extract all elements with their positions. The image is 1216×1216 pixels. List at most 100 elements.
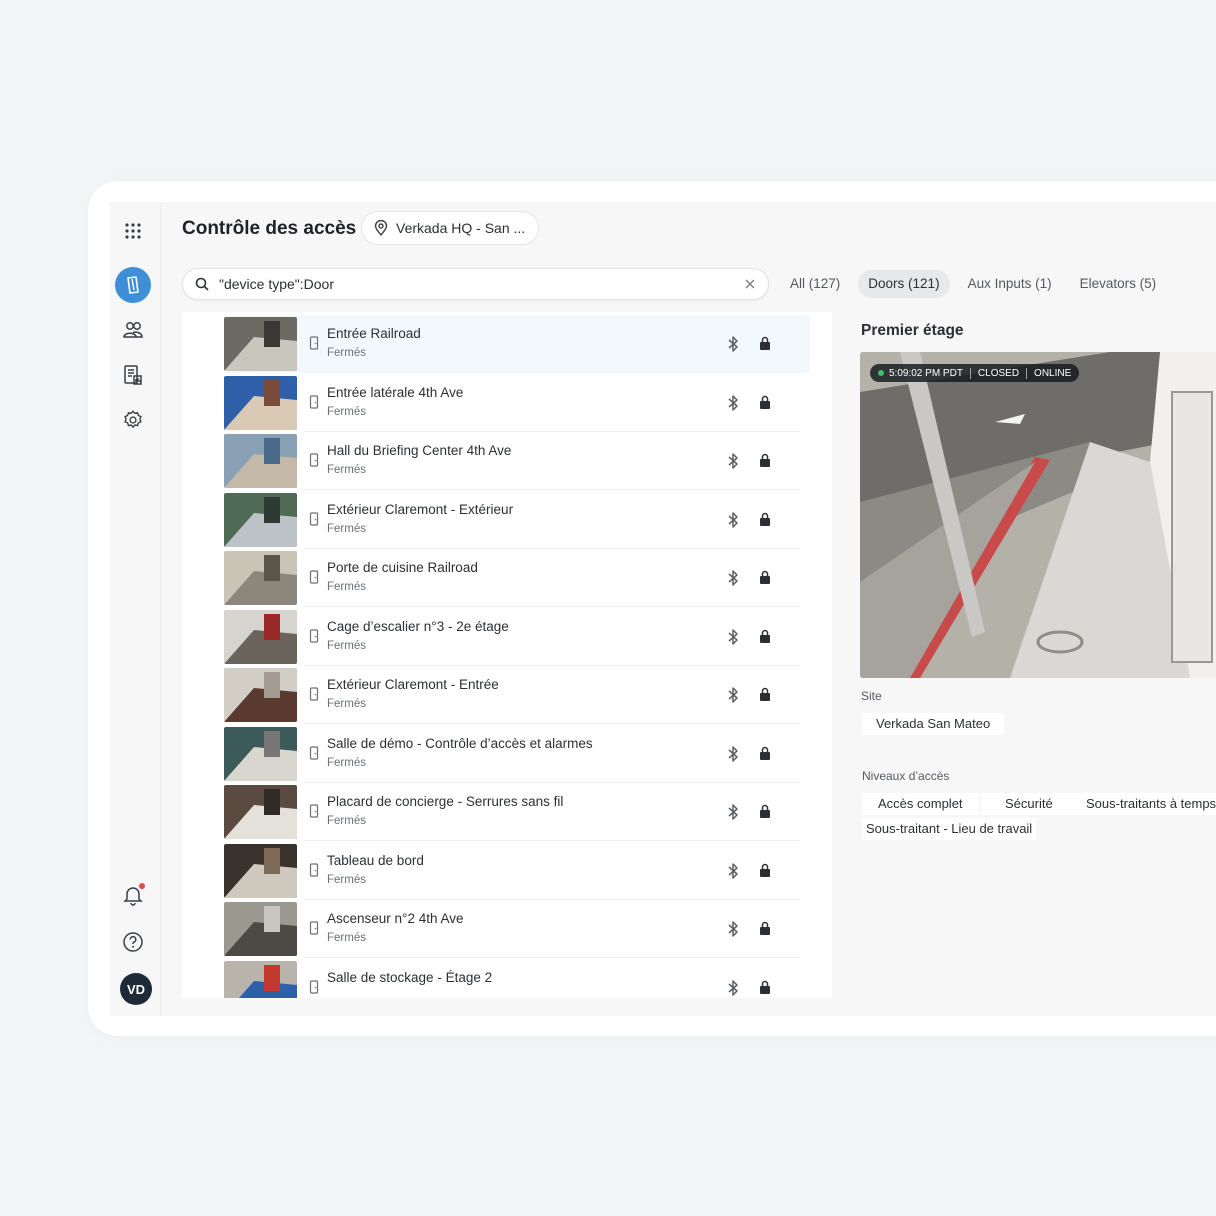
bluetooth-icon	[728, 921, 738, 937]
lock-icon	[760, 863, 770, 877]
door-camera-thumbnail[interactable]	[224, 668, 297, 722]
bluetooth-icon	[728, 336, 738, 352]
camera-door-state: CLOSED	[977, 367, 1020, 379]
bluetooth-icon	[728, 687, 738, 703]
door-camera-thumbnail[interactable]	[224, 317, 297, 371]
door-row[interactable]: Entrée Railroad Fermés	[224, 315, 810, 373]
door-status: Fermés	[327, 815, 366, 827]
door-name: Placard de concierge - Serrures sans fil	[327, 794, 564, 809]
door-name: Hall du Briefing Center 4th Ave	[327, 443, 512, 458]
door-name: Entrée latérale 4th Ave	[327, 384, 464, 400]
door-name: Ascenseur n°2 4th Ave	[327, 911, 464, 926]
lock-icon	[760, 687, 770, 701]
bluetooth-icon	[728, 745, 738, 762]
door-status: Fermés	[327, 581, 366, 593]
door-icon	[309, 336, 319, 350]
door-row[interactable]: Cage d’escalier n°3 - 2e étage Fermés	[224, 608, 810, 666]
door-row[interactable]: Extérieur Claremont - Extérieur Fermés	[224, 491, 810, 549]
door-row[interactable]: Extérieur Claremont - Entrée Fermés	[224, 666, 810, 724]
door-camera-thumbnail[interactable]	[224, 434, 297, 488]
door-camera-thumbnail[interactable]	[224, 551, 297, 605]
lock-icon	[760, 395, 770, 409]
door-status: Fermés	[327, 347, 366, 359]
tab-all[interactable]: All (127)	[780, 270, 850, 298]
camera-image	[860, 352, 1216, 678]
door-name: Extérieur Claremont - Entrée	[327, 677, 499, 692]
site-selector[interactable]: Verkada HQ - San ...	[361, 211, 539, 245]
bluetooth-icon	[728, 570, 738, 586]
door-camera-thumbnail[interactable]	[224, 785, 297, 839]
door-status: Fermés	[327, 756, 366, 769]
camera-feed[interactable]: 5:09:02 PM PDT CLOSED ONLINE	[860, 352, 1216, 678]
access-control-app: VD Contrôle des accès Verkada HQ - San .…	[110, 202, 1216, 1016]
access-levels-label: Niveaux d’accès	[862, 769, 950, 783]
tab-doors[interactable]: Doors (121)	[858, 270, 950, 298]
apps-grid-icon[interactable]	[115, 213, 151, 249]
notification-dot	[139, 883, 145, 889]
nav-rail: VD	[110, 202, 160, 1016]
door-icon	[309, 511, 319, 526]
door-status: Fermés	[327, 405, 366, 418]
camera-time: 5:09:02 PM PDT	[889, 367, 963, 379]
door-status: Fermés	[327, 698, 366, 710]
door-camera-thumbnail[interactable]	[224, 726, 297, 781]
door-row[interactable]: Salle de stockage - Étage 2	[224, 959, 810, 998]
door-row[interactable]: Tableau de bord Fermés	[224, 842, 810, 900]
door-row[interactable]: Porte de cuisine Railroad Fermés	[224, 549, 810, 607]
door-icon	[309, 862, 319, 877]
door-name: Extérieur Claremont - Extérieur	[327, 501, 514, 517]
search-input[interactable]	[217, 275, 744, 293]
lock-icon	[760, 453, 770, 467]
clear-icon[interactable]	[744, 278, 756, 290]
door-status: Fermés	[327, 464, 366, 476]
door-camera-thumbnail[interactable]	[224, 375, 297, 430]
site-label: Site	[861, 689, 882, 703]
bell-icon[interactable]	[115, 877, 151, 913]
door-icon	[309, 979, 319, 994]
door-icon	[309, 921, 319, 935]
door-camera-thumbnail[interactable]	[224, 960, 297, 998]
lock-icon	[760, 570, 770, 584]
door-status: Fermés	[327, 639, 366, 652]
door-icon	[309, 745, 319, 760]
camera-connection: ONLINE	[1034, 367, 1072, 379]
user-avatar[interactable]: VD	[120, 973, 152, 1005]
tab-elevators[interactable]: Elevators (5)	[1070, 270, 1167, 298]
help-icon[interactable]	[115, 924, 151, 960]
door-name: Porte de cuisine Railroad	[327, 560, 478, 575]
door-camera-thumbnail[interactable]	[224, 609, 297, 664]
door-name: Cage d’escalier n°3 - 2e étage	[327, 618, 509, 634]
door-row[interactable]: Entrée latérale 4th Ave Fermés	[224, 374, 810, 432]
access-level-chip[interactable]: Accès complet	[862, 793, 979, 815]
bluetooth-icon	[728, 511, 738, 528]
door-icon	[309, 570, 319, 584]
bluetooth-icon	[728, 394, 738, 411]
door-icon	[309, 687, 319, 701]
door-icon	[309, 453, 319, 467]
door-row[interactable]: Placard de concierge - Serrures sans fil…	[224, 783, 810, 841]
door-row[interactable]: Salle de démo - Contrôle d’accès et alar…	[224, 725, 810, 783]
doors-icon[interactable]	[115, 267, 151, 303]
door-status: Fermés	[327, 522, 366, 535]
settings-icon[interactable]	[115, 402, 151, 438]
access-level-chip[interactable]: Sous-traitants à temps	[1076, 793, 1216, 815]
tab-aux-inputs[interactable]: Aux Inputs (1)	[958, 270, 1062, 298]
door-icon	[309, 628, 319, 643]
door-list: Entrée Railroad Fermés Entrée latérale 4th…	[182, 312, 832, 998]
door-camera-thumbnail[interactable]	[224, 492, 297, 547]
door-name: Salle de démo - Contrôle d’accès et alar…	[327, 735, 593, 751]
access-level-chip[interactable]: Sous-traitant - Lieu de travail	[862, 818, 1037, 840]
door-row[interactable]: Ascenseur n°2 4th Ave Fermés	[224, 900, 810, 958]
access-level-chip[interactable]: Sécurité	[981, 793, 1077, 815]
detail-title: Premier étage	[861, 322, 964, 339]
bluetooth-icon	[728, 628, 738, 645]
door-camera-thumbnail[interactable]	[224, 902, 297, 956]
door-camera-thumbnail[interactable]	[224, 843, 297, 898]
location-pin-icon	[374, 220, 388, 236]
door-row[interactable]: Hall du Briefing Center 4th Ave Fermés	[224, 432, 810, 490]
door-icon	[309, 394, 319, 409]
door-name: Salle de stockage - Étage 2	[327, 969, 493, 985]
site-chip: Verkada San Mateo	[862, 713, 1005, 735]
reports-icon[interactable]	[115, 357, 151, 393]
users-icon[interactable]	[115, 312, 151, 348]
